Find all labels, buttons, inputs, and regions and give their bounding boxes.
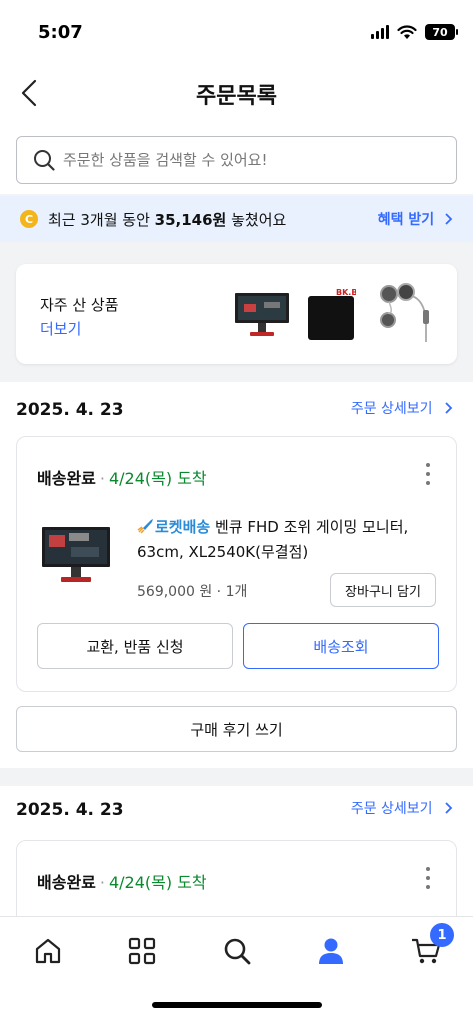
see-more-link[interactable]: 더보기: [40, 318, 81, 339]
chevron-right-icon: [445, 213, 453, 225]
status-bar: 5:07 70: [0, 0, 473, 66]
frequent-products-title: 자주 산 상품: [40, 296, 119, 314]
order-detail-label: 주문 상세보기: [350, 401, 433, 417]
header: 주문목록: [0, 66, 473, 122]
arrival-date: 4/24(목) 도착: [108, 469, 207, 488]
delivery-status: 배송완료 · 4/24(목) 도착: [37, 869, 207, 893]
delivery-status-label: 배송완료: [37, 873, 96, 892]
more-options-icon[interactable]: [424, 463, 432, 485]
category-grid-icon: [128, 937, 156, 965]
earphones-thumbnail[interactable]: [374, 280, 434, 346]
exchange-return-button[interactable]: 교환, 반품 신청: [37, 623, 233, 669]
search-icon: [224, 938, 251, 965]
rocket-icon: [137, 519, 153, 534]
mousepad-thumbnail[interactable]: BK.B: [306, 286, 356, 342]
page-title: 주문목록: [196, 84, 277, 109]
status-separator: ·: [99, 873, 105, 892]
nav-my-page[interactable]: [315, 935, 347, 967]
nav-cart[interactable]: 1: [410, 923, 454, 967]
chevron-right-icon: [445, 402, 453, 414]
cart-badge: 1: [430, 923, 454, 947]
search-section: [0, 122, 473, 194]
rocket-delivery-label: 로켓배송: [155, 518, 211, 536]
order-group: 2025. 4. 23 주문 상세보기 배송완료 · 4/24(목) 도착: [0, 786, 473, 940]
more-options-icon[interactable]: [424, 867, 432, 889]
savings-prefix: 최근 3개월 동안: [48, 210, 155, 229]
delivery-status: 배송완료 · 4/24(목) 도착: [37, 465, 207, 489]
arrival-date: 4/24(목) 도착: [108, 873, 207, 892]
status-time: 5:07: [38, 22, 83, 43]
status-separator: ·: [99, 469, 105, 488]
mousepad-label: BK.B: [336, 288, 356, 297]
order-detail-link[interactable]: 주문 상세보기: [351, 798, 453, 818]
order-date: 2025. 4. 23: [16, 800, 124, 820]
get-benefit-link[interactable]: 혜택 받기: [378, 209, 453, 229]
track-delivery-button[interactable]: 배송조회: [243, 623, 439, 669]
product-thumbnail[interactable]: [41, 525, 111, 585]
delivery-status-label: 배송완료: [37, 469, 96, 488]
write-review-button[interactable]: 구매 후기 쓰기: [16, 706, 457, 752]
status-icons: 70: [371, 24, 458, 40]
nav-search[interactable]: [221, 935, 253, 967]
frequent-products-card[interactable]: 자주 산 상품 더보기 BK.B: [16, 264, 457, 364]
order-card: 배송완료 · 4/24(목) 도착 로켓배송 벤큐 FHD 조위 게이밍 모니터, …: [16, 436, 457, 692]
battery-icon: 70: [425, 24, 458, 40]
order-date: 2025. 4. 23: [16, 400, 124, 420]
product-name[interactable]: 로켓배송 벤큐 FHD 조위 게이밍 모니터, 63cm, XL2540K(무결…: [137, 515, 437, 565]
order-group: 2025. 4. 23 주문 상세보기 배송완료 · 4/24(목) 도착 로켓배송…: [0, 382, 473, 768]
my-page-icon: [319, 938, 343, 964]
savings-amount: 35,146원: [154, 210, 227, 229]
home-icon: [35, 938, 61, 964]
coin-icon: C: [20, 210, 38, 228]
product-price: 569,000 원 · 1개: [137, 584, 248, 600]
monitor-thumbnail[interactable]: [234, 292, 290, 338]
savings-banner[interactable]: C 최근 3개월 동안 35,146원 놓쳤어요 혜택 받기: [0, 196, 473, 242]
savings-text: 최근 3개월 동안 35,146원 놓쳤어요: [48, 209, 286, 230]
order-detail-label: 주문 상세보기: [350, 801, 433, 817]
home-indicator: [152, 1002, 322, 1008]
battery-level: 70: [432, 25, 448, 39]
nav-home[interactable]: [32, 935, 64, 967]
get-benefit-label: 혜택 받기: [377, 212, 435, 228]
nav-category[interactable]: [126, 935, 158, 967]
wifi-icon: [397, 24, 417, 39]
order-detail-link[interactable]: 주문 상세보기: [351, 398, 453, 418]
chevron-right-icon: [445, 802, 453, 814]
signal-icon: [371, 25, 389, 39]
search-input[interactable]: [63, 151, 423, 169]
search-icon: [34, 150, 55, 171]
add-to-cart-button[interactable]: 장바구니 담기: [330, 573, 436, 607]
savings-suffix: 놓쳤어요: [226, 210, 287, 229]
search-box[interactable]: [16, 136, 457, 184]
